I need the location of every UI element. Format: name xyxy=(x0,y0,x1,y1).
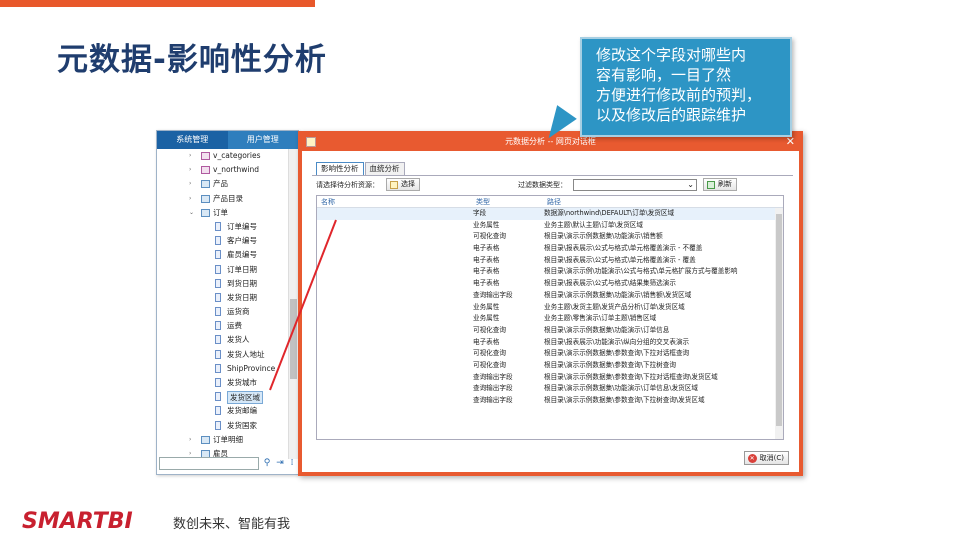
brand-logo: SMARTBI xyxy=(22,509,133,534)
connector-stroke xyxy=(269,219,337,391)
callout-line: 修改这个字段对哪些内 xyxy=(596,46,747,64)
callout-line: 方便进行修改前的预判， xyxy=(596,86,762,104)
connector-line xyxy=(269,219,337,391)
brand-tagline: 数创未来、智能有我 xyxy=(173,517,291,532)
annotation-callout: 修改这个字段对哪些内 容有影响，一目了然 方便进行修改前的预判， 以及修改后的跟… xyxy=(580,37,792,137)
callout-line: 以及修改后的跟踪维护 xyxy=(596,106,747,124)
callout-line: 容有影响，一目了然 xyxy=(596,66,732,84)
